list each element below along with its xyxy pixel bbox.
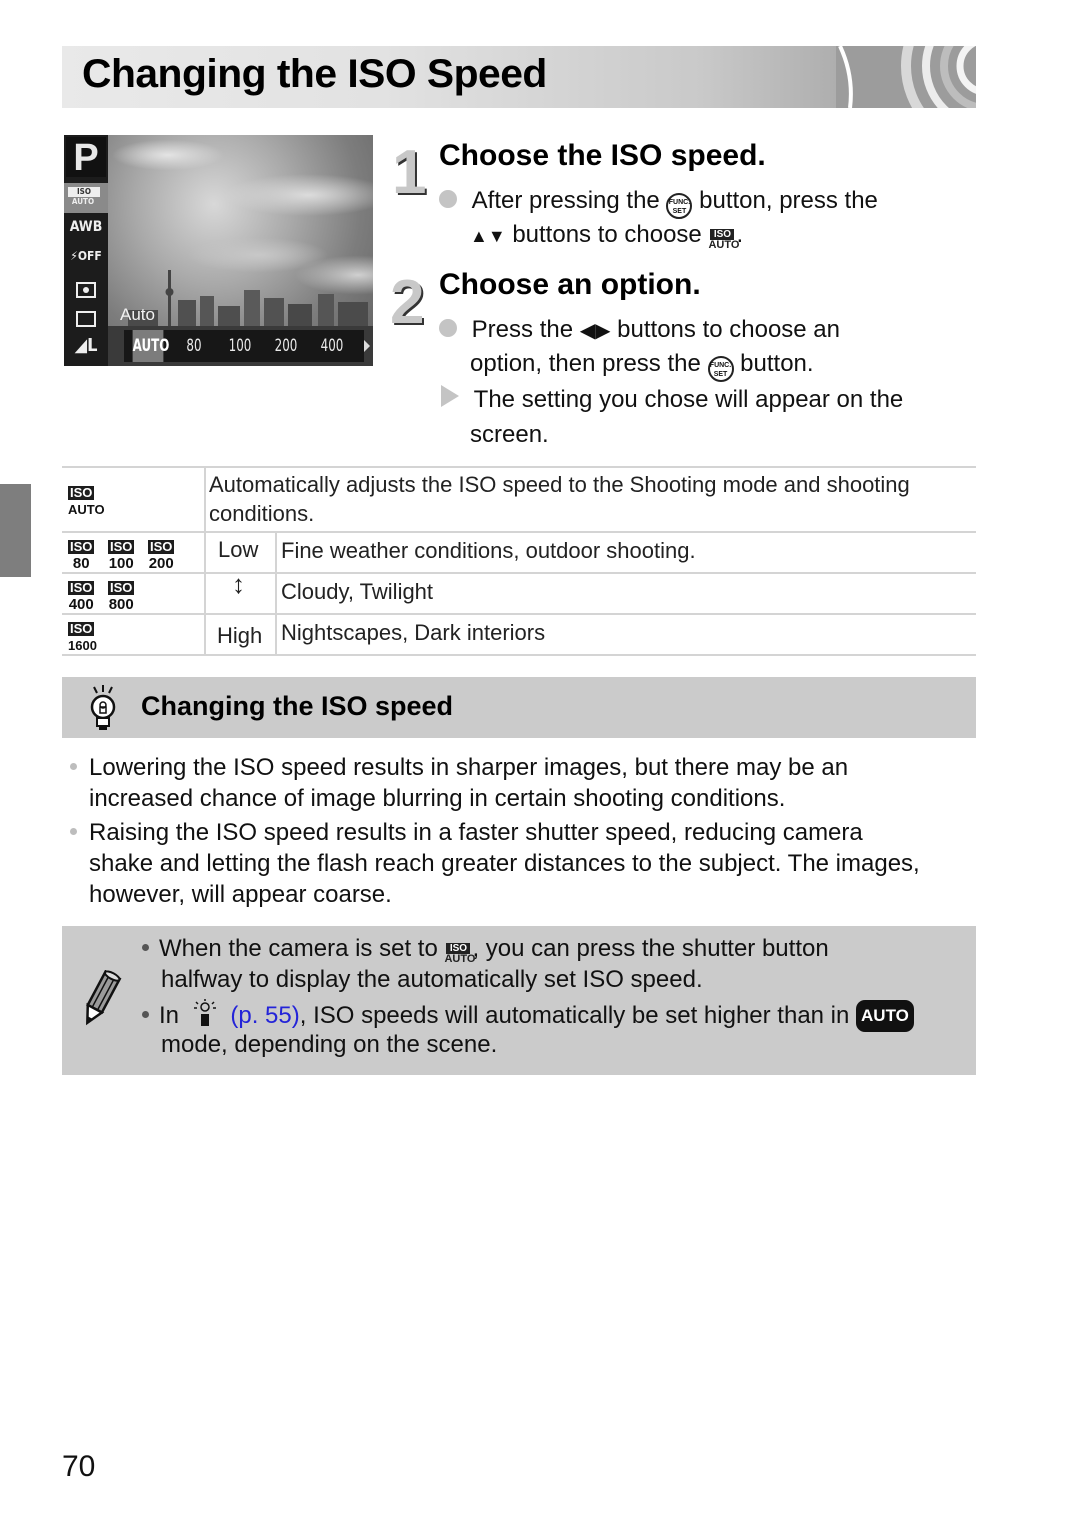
step-1-instruction-line2: ▲▼ buttons to choose ISO AUTO. bbox=[470, 218, 743, 253]
up-down-arrow-icon: ↕ bbox=[232, 569, 245, 599]
tip-bullet: Raising the ISO speed results in a faste… bbox=[70, 817, 920, 910]
result-arrow-icon bbox=[441, 385, 459, 407]
iso-option-80: 80 bbox=[186, 336, 202, 356]
side-menu-item-iso: ISO AUTO bbox=[64, 183, 108, 213]
iso-200-icon: ISO 200 bbox=[148, 539, 175, 572]
scale-high-label: High bbox=[217, 623, 263, 648]
note-bullet-line2: halfway to display the automatically set… bbox=[161, 966, 703, 993]
bullet-icon bbox=[70, 763, 77, 770]
bullet-icon bbox=[142, 944, 149, 951]
period: . bbox=[736, 221, 744, 248]
table-row-description: Cloudy, Twilight bbox=[281, 579, 434, 604]
step-1-text: buttons to choose bbox=[512, 221, 702, 248]
step-1-text: After pressing the bbox=[471, 187, 660, 214]
note-bullet-line2: mode, depending on the scene. bbox=[161, 1031, 498, 1058]
iso-auto-icon: ISO AUTO bbox=[708, 229, 740, 251]
side-menu-item-drive bbox=[68, 307, 104, 333]
selected-setting-label: Auto bbox=[120, 305, 155, 324]
iso-100-icon: ISO 100 bbox=[108, 539, 135, 572]
iso-auto-icon: ISO AUTO bbox=[68, 485, 105, 517]
iso-auto-icon: ISO AUTO bbox=[444, 943, 476, 965]
lightbulb-icon bbox=[90, 685, 116, 730]
iso-option-auto: AUTO bbox=[132, 330, 169, 362]
table-row-description: Fine weather conditions, outdoor shootin… bbox=[281, 538, 696, 563]
page-title: Changing the ISO Speed bbox=[82, 52, 547, 96]
func-set-button-icon: FUNC. SET bbox=[707, 356, 734, 382]
title-banner: Changing the ISO Speed bbox=[62, 46, 976, 108]
iso-800-icon: ISO 800 bbox=[108, 580, 135, 613]
step-2-title: Choose an option. bbox=[439, 268, 701, 301]
note-box: When the camera is set to ISO AUTO, you c… bbox=[62, 926, 976, 1075]
note-bullet: When the camera is set to ISO AUTO, you c… bbox=[142, 934, 829, 965]
side-menu-item-flash: ⚡OFF bbox=[70, 249, 102, 263]
tip-header: Changing the ISO speed bbox=[62, 677, 976, 738]
page-link[interactable]: (p. 55) bbox=[230, 1002, 299, 1029]
side-menu-item-image-size: ◢L bbox=[74, 335, 98, 356]
table-row-description: Automatically adjusts the ISO speed to t… bbox=[209, 472, 910, 526]
step-1-text: button, press the bbox=[699, 187, 878, 214]
iso-option-400: 400 bbox=[320, 336, 344, 356]
step-2-instruction: Press the ◀▶ buttons to choose an bbox=[439, 313, 840, 348]
camera-side-menu: P ISO AUTO AWB ⚡OFF ◢L bbox=[64, 135, 108, 366]
step-2-result: The setting you chose will appear on the bbox=[441, 383, 903, 417]
tip-title: Changing the ISO speed bbox=[141, 691, 454, 721]
left-right-buttons-icon: ◀▶ bbox=[579, 320, 611, 342]
step-1-instruction: After pressing the FUNC. SET button, pres… bbox=[439, 184, 878, 219]
step-2-text: option, then press the bbox=[470, 350, 701, 377]
side-menu-item-metering bbox=[68, 278, 104, 304]
shooting-mode-indicator: P bbox=[66, 137, 106, 179]
iso-80-icon: ISO 80 bbox=[68, 539, 95, 572]
iso-option-200: 200 bbox=[274, 336, 298, 356]
up-down-buttons-icon: ▲▼ bbox=[470, 226, 506, 246]
high-iso-scene-icon bbox=[193, 999, 216, 1026]
scale-low-label: Low bbox=[218, 537, 259, 562]
step-2-text: buttons to choose an bbox=[617, 316, 841, 343]
step-2-instruction-line2: option, then press the FUNC. SET button. bbox=[470, 347, 814, 382]
camera-screen-image: P ISO AUTO AWB ⚡OFF ◢L Auto AUTO 80 100 … bbox=[64, 135, 373, 366]
pencil-note-icon bbox=[86, 970, 122, 1026]
auto-mode-icon: AUTO bbox=[856, 1000, 914, 1032]
iso-400-icon: ISO 400 bbox=[68, 580, 95, 613]
bullet-icon bbox=[70, 828, 77, 835]
page-number: 70 bbox=[62, 1450, 96, 1483]
step-number-1: 1 bbox=[392, 138, 427, 207]
result-text: The setting you chose will appear on the bbox=[473, 386, 904, 413]
step-2-text: button. bbox=[740, 350, 814, 377]
tip-bullet: Lowering the ISO speed results in sharpe… bbox=[70, 752, 848, 814]
iso-1600-icon: ISO 1600 bbox=[68, 621, 97, 653]
bullet-icon bbox=[439, 190, 457, 208]
step-2-result-line2: screen. bbox=[470, 421, 549, 448]
step-number-2: 2 bbox=[390, 268, 425, 337]
side-menu-item-awb: AWB bbox=[69, 219, 103, 235]
func-set-button-icon: FUNC. SET bbox=[666, 193, 693, 219]
chapter-side-tab bbox=[0, 484, 31, 577]
bullet-icon bbox=[142, 1011, 149, 1018]
step-1-title: Choose the ISO speed. bbox=[439, 139, 766, 172]
bullet-icon bbox=[439, 319, 457, 337]
step-2-text: Press the bbox=[471, 316, 574, 343]
note-bullet: In (p. 55), ISO speeds will automaticall… bbox=[142, 999, 914, 1032]
table-row-description: Nightscapes, Dark interiors bbox=[281, 620, 546, 645]
decorative-rings-icon bbox=[836, 46, 976, 108]
more-options-arrow-icon bbox=[364, 340, 370, 352]
iso-option-100: 100 bbox=[228, 336, 252, 356]
